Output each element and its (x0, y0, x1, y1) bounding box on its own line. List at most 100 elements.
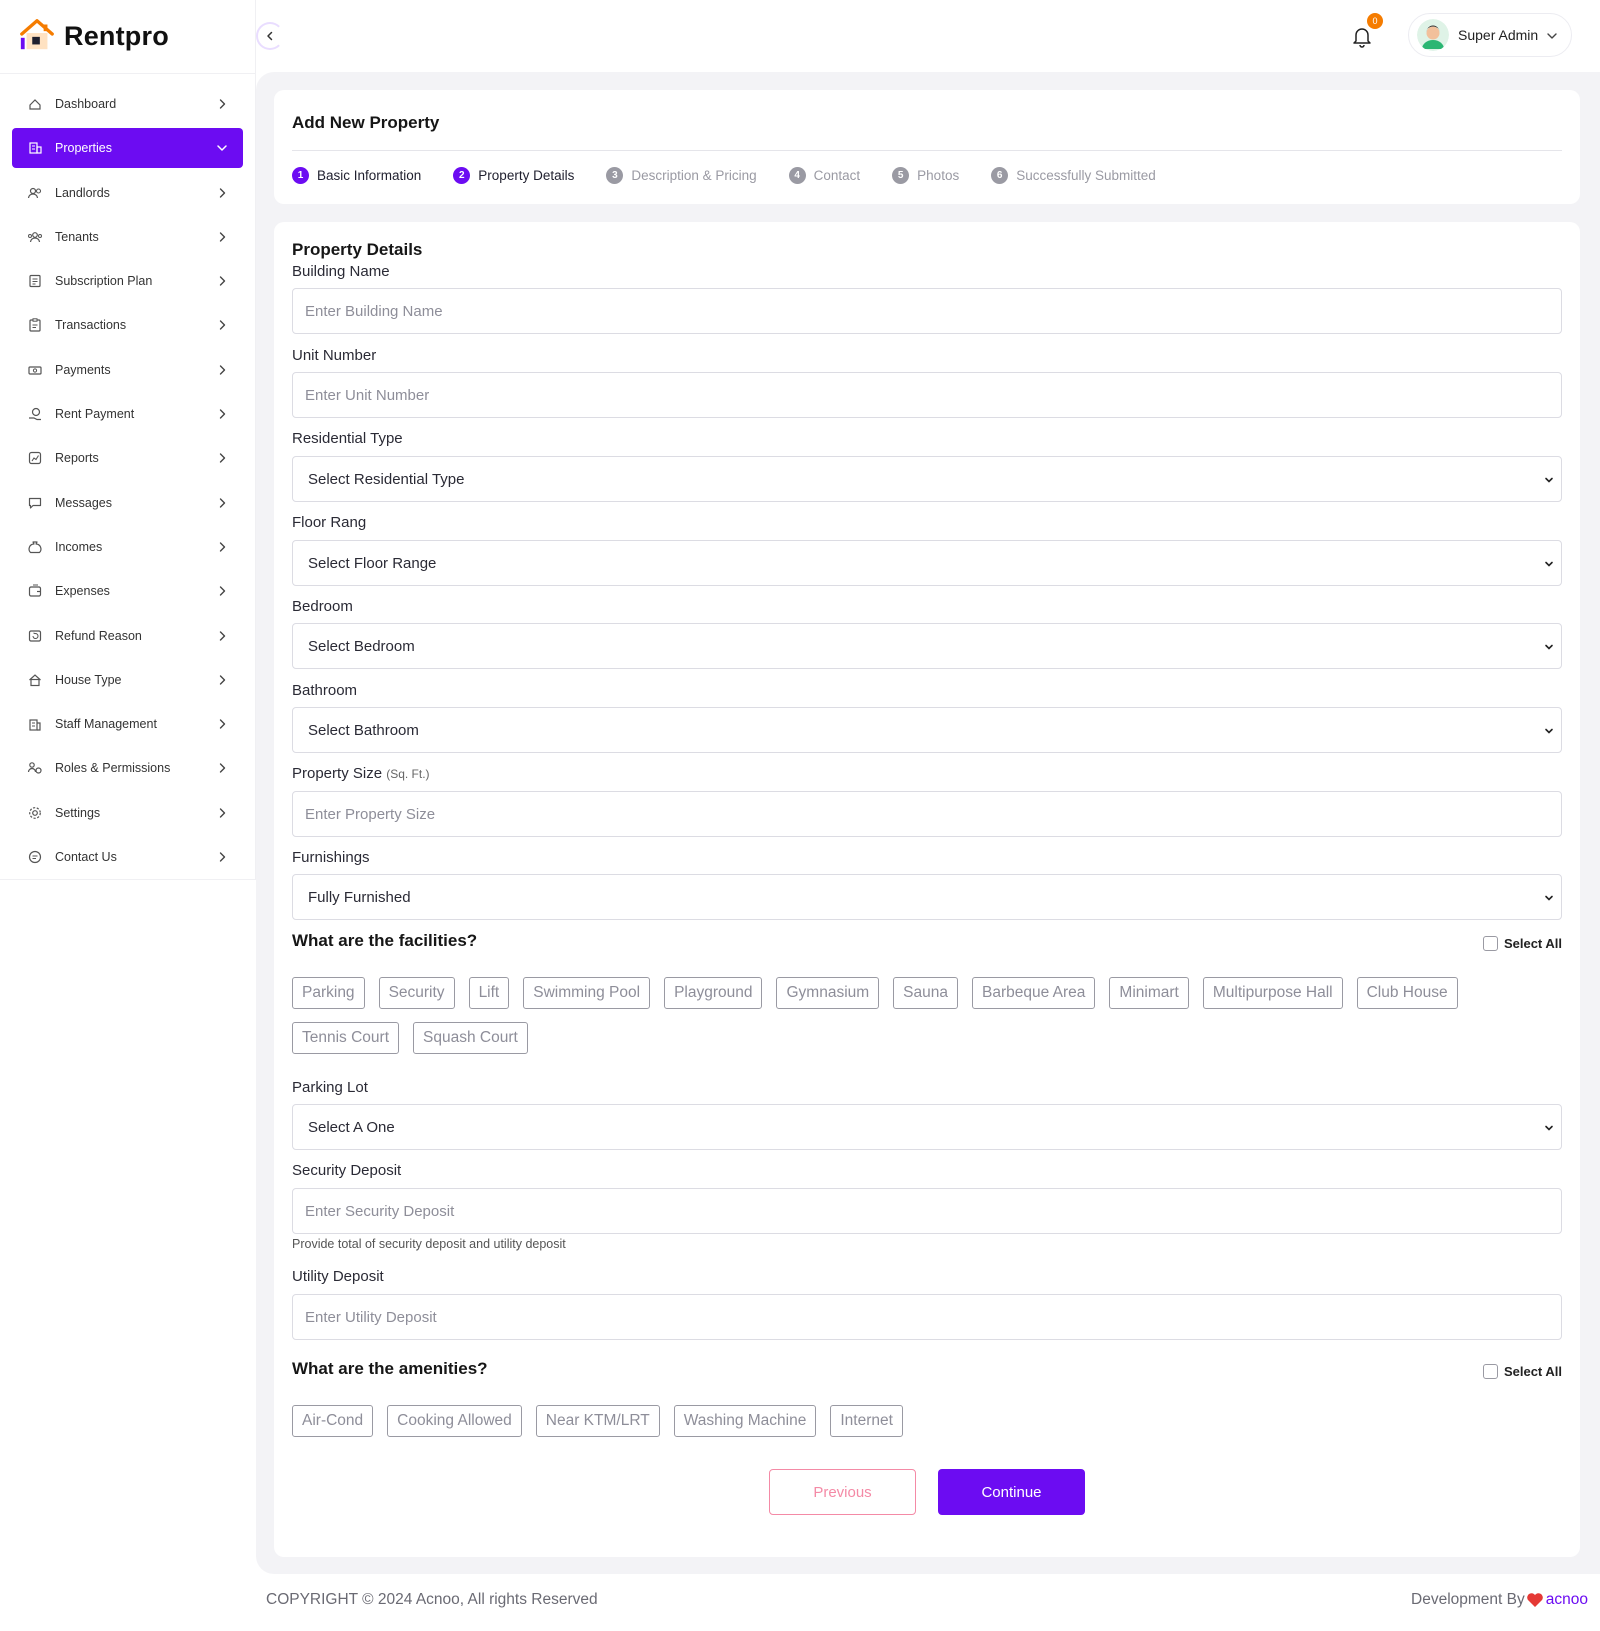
sidebar-item-tenants[interactable]: Tenants (12, 217, 243, 257)
sidebar-item-properties[interactable]: Properties (12, 128, 243, 169)
facility-option-lift[interactable]: Lift (468, 977, 510, 1009)
sidebar-item-expenses[interactable]: Expenses (12, 571, 243, 611)
sidebar-item-dashboard[interactable]: Dashboard (12, 84, 243, 124)
chevron-right-icon (219, 276, 226, 286)
facility-option-barbeque-area[interactable]: Barbeque Area (972, 977, 1096, 1009)
unit-number-input[interactable]: Enter Unit Number (292, 372, 1562, 418)
receipt-icon (27, 273, 43, 289)
facility-option-parking[interactable]: Parking (292, 977, 365, 1009)
step-2[interactable]: 2 Property Details (453, 167, 574, 184)
sidebar-item-messages[interactable]: Messages (12, 483, 243, 523)
sidebar-item-label: Incomes (55, 539, 103, 554)
property-size-input[interactable]: Enter Property Size (292, 791, 1562, 837)
sidebar-item-house-type[interactable]: House Type (12, 660, 243, 700)
clipboard-icon (27, 317, 43, 333)
sidebar-item-subscription-plan[interactable]: Subscription Plan (12, 261, 243, 301)
facilities-select-all[interactable]: Select All (1482, 936, 1562, 951)
sidebar-item-staff-management[interactable]: Staff Management (12, 704, 243, 744)
step-4[interactable]: 4 Contact (788, 167, 860, 184)
dashboard-icon (27, 96, 43, 112)
user-menu[interactable]: Super Admin (1408, 13, 1572, 57)
building-name-input[interactable]: Enter Building Name (292, 288, 1562, 334)
facility-option-minimart[interactable]: Minimart (1109, 977, 1189, 1009)
page-title: Add New Property (292, 113, 440, 132)
sidebar-item-reports[interactable]: Reports (12, 438, 243, 478)
facilities-options: Parking Security Lift Swimming Pool Playgrou… (292, 977, 1562, 1067)
sidebar: Rentpro Dashboard Properties Landlords Tena… (0, 0, 256, 880)
facility-option-gymnasium[interactable]: Gymnasium (776, 977, 880, 1009)
chevron-right-icon (219, 586, 226, 596)
amenity-option-washing-machine[interactable]: Washing Machine (673, 1405, 817, 1437)
parking-lot-value: Select A One (308, 1118, 395, 1136)
unit-number-label: Unit Number (292, 347, 377, 364)
facility-option-security[interactable]: Security (378, 977, 455, 1009)
floor-range-select[interactable]: Select Floor Range (292, 540, 1562, 586)
step-label: Successfully Submitted (1016, 168, 1156, 183)
house-icon (27, 672, 43, 688)
furnishings-value: Fully Furnished (308, 888, 411, 906)
step-label: Property Details (478, 168, 575, 183)
facilities-select-all-checkbox[interactable] (1482, 936, 1498, 951)
coin-hand-icon (27, 406, 43, 422)
sidebar-item-refund-reason[interactable]: Refund Reason (12, 616, 243, 656)
facility-option-tennis-court[interactable]: Tennis Court (292, 1022, 400, 1054)
amenity-option-internet[interactable]: Internet (830, 1405, 903, 1437)
security-deposit-help: Provide total of security deposit and ut… (292, 1237, 566, 1251)
rentpro-logo-icon (18, 15, 56, 58)
chevron-right-icon (219, 719, 226, 729)
facility-option-club-house[interactable]: Club House (1356, 977, 1458, 1009)
chevron-right-icon (219, 542, 226, 552)
amenities-select-all[interactable]: Select All (1482, 1364, 1562, 1379)
residential-type-label: Residential Type (292, 430, 403, 447)
amenity-option-air-cond[interactable]: Air-Cond (292, 1405, 374, 1437)
parking-lot-label: Parking Lot (292, 1079, 368, 1096)
furnishings-select[interactable]: Fully Furnished (292, 874, 1562, 920)
continue-button[interactable]: Continue (938, 1469, 1085, 1515)
sidebar-item-transactions[interactable]: Transactions (12, 305, 243, 345)
heart-icon (1526, 1593, 1543, 1607)
bedroom-select[interactable]: Select Bedroom (292, 623, 1562, 669)
amenity-option-near-ktm-lrt[interactable]: Near KTM/LRT (535, 1405, 660, 1437)
chevron-right-icon (219, 187, 226, 198)
previous-button[interactable]: Previous (769, 1469, 916, 1515)
facility-option-playground[interactable]: Playground (664, 977, 763, 1009)
refund-icon (27, 628, 43, 644)
amenity-option-cooking-allowed[interactable]: Cooking Allowed (387, 1405, 522, 1437)
security-deposit-input[interactable]: Enter Security Deposit (292, 1188, 1562, 1234)
step-6[interactable]: 6 Successfully Submitted (991, 167, 1156, 184)
bathroom-select[interactable]: Select Bathroom (292, 707, 1562, 753)
sidebar-item-payments[interactable]: Payments (12, 350, 243, 390)
sidebar-item-settings[interactable]: Settings (12, 793, 243, 833)
chevron-right-icon (219, 630, 226, 641)
developer-link[interactable]: acnoo (1546, 1591, 1588, 1609)
amenities-select-all-checkbox[interactable] (1482, 1364, 1498, 1379)
facility-option-multipurpose-hall[interactable]: Multipurpose Hall (1202, 977, 1343, 1009)
facility-option-squash-court[interactable]: Squash Court (413, 1022, 528, 1054)
sidebar-item-contact-us[interactable]: Contact Us (12, 837, 243, 877)
facility-option-swimming-pool[interactable]: Swimming Pool (523, 977, 651, 1009)
facility-option-sauna[interactable]: Sauna (893, 977, 958, 1009)
utility-deposit-input[interactable]: Enter Utility Deposit (292, 1294, 1562, 1340)
chevron-down-icon (1545, 1125, 1553, 1131)
brand[interactable]: Rentpro (0, 0, 255, 74)
sidebar-item-label: Dashboard (55, 97, 117, 111)
parking-lot-select[interactable]: Select A One (292, 1104, 1562, 1150)
residential-type-select[interactable]: Select Residential Type (292, 456, 1562, 502)
step-3[interactable]: 3 Description & Pricing (606, 167, 757, 184)
sidebar-item-label: Payments (55, 362, 111, 377)
chevron-down-icon (1545, 644, 1553, 650)
property-details-card: Property Details Building Name Enter Bui… (274, 222, 1580, 1557)
sidebar-item-roles-and-permissions[interactable]: Roles & Permissions (12, 748, 243, 788)
chevron-right-icon (219, 852, 226, 862)
chevron-left-icon (267, 31, 273, 41)
sidebar-collapse-button[interactable] (256, 22, 284, 50)
amenities-select-all-label: Select All (1503, 1364, 1562, 1379)
sidebar-item-incomes[interactable]: Incomes (12, 527, 243, 567)
sidebar-item-landlords[interactable]: Landlords (12, 173, 243, 213)
avatar (1417, 19, 1449, 51)
facilities-title: What are the facilities? (292, 931, 478, 950)
step-1[interactable]: 1 Basic Information (292, 167, 421, 184)
sidebar-item-rent-payment[interactable]: Rent Payment (12, 394, 243, 434)
sidebar-item-label: Reports (55, 451, 99, 466)
step-5[interactable]: 5 Photos (892, 167, 959, 184)
